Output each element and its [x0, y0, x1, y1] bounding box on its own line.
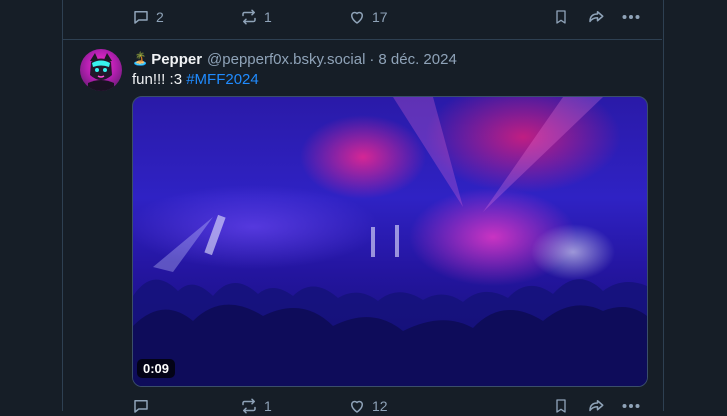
like-count: 12	[372, 398, 388, 414]
post-body-text: fun!!! :3	[132, 71, 187, 88]
reply-icon	[134, 400, 148, 413]
author-handle[interactable]: @pepperf0x.bsky.social	[207, 51, 365, 68]
like-icon	[351, 11, 363, 24]
reply-button[interactable]	[132, 397, 156, 415]
display-name[interactable]: Pepper	[151, 51, 202, 68]
bookmark-button[interactable]	[553, 397, 569, 415]
more-icon	[622, 15, 640, 19]
repost-icon	[242, 398, 256, 414]
bookmark-icon	[556, 399, 566, 413]
share-icon	[589, 11, 604, 23]
like-button[interactable]: 12	[348, 397, 388, 415]
bookmark-button[interactable]	[553, 8, 569, 26]
video-duration-badge: 0:09	[137, 359, 176, 378]
repost-icon	[242, 9, 256, 25]
post-divider	[62, 39, 662, 40]
post-header: 🏝️ Pepper @pepperf0x.bsky.social · 8 déc…	[132, 49, 457, 69]
share-button[interactable]	[586, 8, 606, 26]
post-date[interactable]: 8 déc. 2024	[378, 51, 456, 68]
post-text: fun!!! :3 #MFF2024	[132, 71, 259, 88]
video-player[interactable]	[132, 96, 648, 387]
like-icon	[351, 400, 363, 413]
repost-count: 1	[264, 9, 272, 25]
hashtag-link[interactable]: #MFF2024	[186, 71, 259, 88]
more-icon	[622, 404, 640, 408]
author-emoji: 🏝️	[132, 51, 149, 66]
more-options-button[interactable]	[622, 14, 640, 20]
avatar[interactable]	[80, 49, 122, 91]
like-button[interactable]: 17	[348, 8, 388, 26]
repost-count: 1	[264, 398, 272, 414]
reply-button[interactable]: 2	[132, 8, 164, 26]
share-icon	[589, 400, 604, 412]
share-button[interactable]	[586, 397, 606, 415]
post-actions: 1 12	[132, 396, 642, 416]
previous-post-actions: 2 1 17	[132, 7, 642, 27]
repost-button[interactable]: 1	[240, 397, 272, 415]
like-count: 17	[372, 9, 388, 25]
more-options-button[interactable]	[622, 403, 640, 409]
reply-count: 2	[156, 9, 164, 25]
repost-button[interactable]: 1	[240, 8, 272, 26]
bookmark-icon	[556, 10, 566, 24]
crowd-silhouette	[133, 279, 647, 386]
header-separator: ·	[369, 50, 375, 68]
reply-icon	[134, 11, 148, 24]
fox-avatar-icon	[88, 53, 114, 91]
